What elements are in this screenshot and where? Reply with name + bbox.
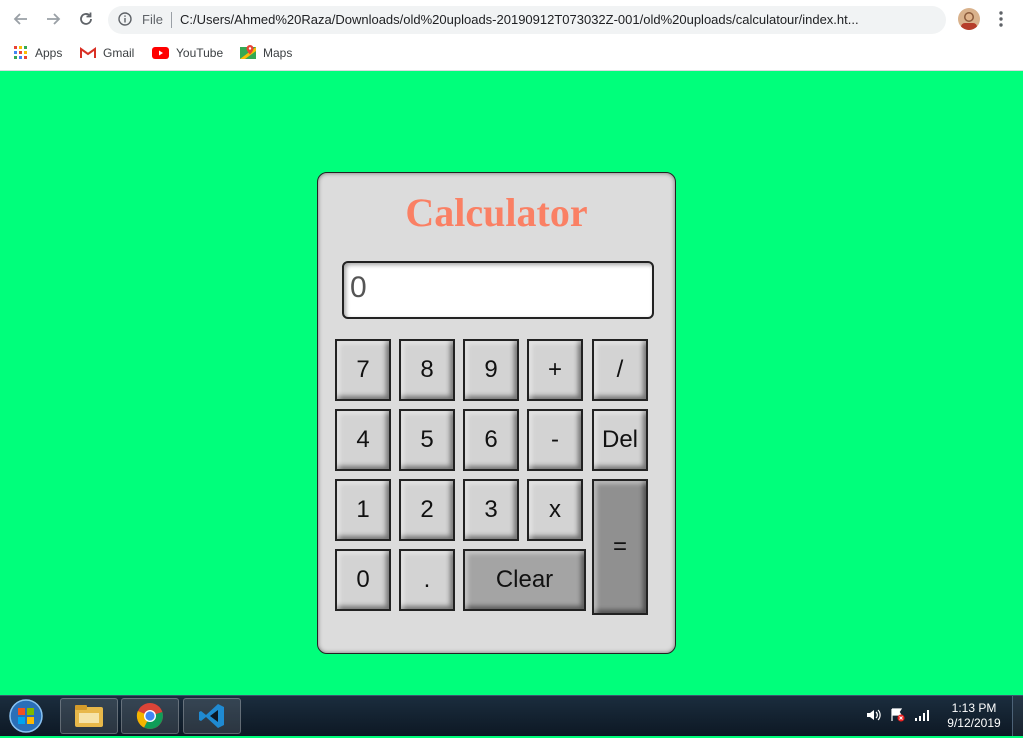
taskbar-file-explorer[interactable] bbox=[60, 698, 118, 734]
key-decimal[interactable]: . bbox=[399, 549, 455, 611]
arrow-right-icon bbox=[47, 13, 61, 25]
avatar-icon bbox=[961, 12, 977, 30]
browser-chrome: File C:/Users/Ahmed%20Raza/Downloads/old… bbox=[0, 0, 1023, 71]
arrow-left-icon bbox=[13, 13, 27, 25]
key-divide[interactable]: / bbox=[592, 339, 648, 401]
back-button[interactable] bbox=[10, 8, 32, 30]
network-signal-icon[interactable] bbox=[914, 708, 930, 727]
calculator: Calculator 0 7 8 9 + / 4 5 6 - Del 1 2 3… bbox=[317, 172, 676, 654]
key-3[interactable]: 3 bbox=[463, 479, 519, 541]
key-equals[interactable]: = bbox=[592, 479, 648, 615]
key-7[interactable]: 7 bbox=[335, 339, 391, 401]
system-tray bbox=[866, 708, 930, 727]
key-9[interactable]: 9 bbox=[463, 339, 519, 401]
reload-icon bbox=[80, 12, 92, 25]
vscode-icon bbox=[199, 704, 224, 728]
bookmark-label: YouTube bbox=[176, 46, 224, 60]
key-multiply[interactable]: x bbox=[527, 479, 583, 541]
gmail-icon bbox=[80, 47, 96, 59]
calculator-title: Calculator bbox=[405, 190, 588, 235]
taskbar-chrome[interactable] bbox=[121, 698, 179, 734]
bookmark-gmail[interactable]: Gmail bbox=[80, 44, 134, 62]
bookmarks-bar: Apps Gmail YouTube Maps bbox=[0, 40, 1023, 66]
clock-time: 1:13 PM bbox=[951, 701, 997, 715]
start-button[interactable] bbox=[6, 699, 46, 733]
key-5[interactable]: 5 bbox=[399, 409, 455, 471]
bookmark-maps[interactable]: Maps bbox=[240, 44, 292, 62]
url-separator bbox=[171, 12, 172, 28]
taskbar: 1:13 PM 9/12/2019 bbox=[0, 695, 1023, 736]
show-desktop-button[interactable] bbox=[1012, 696, 1023, 736]
bookmark-label: Apps bbox=[35, 46, 63, 60]
windows-logo-icon bbox=[9, 699, 43, 733]
more-vert-icon bbox=[999, 11, 1003, 27]
profile-avatar[interactable] bbox=[958, 8, 980, 30]
key-6[interactable]: 6 bbox=[463, 409, 519, 471]
key-0[interactable]: 0 bbox=[335, 549, 391, 611]
info-icon[interactable] bbox=[118, 12, 132, 31]
key-minus[interactable]: - bbox=[527, 409, 583, 471]
taskbar-clock[interactable]: 1:13 PM 9/12/2019 bbox=[942, 701, 1006, 731]
apps-grid-icon bbox=[14, 46, 28, 60]
bookmark-label: Maps bbox=[263, 46, 293, 60]
browser-toolbar: File C:/Users/Ahmed%20Raza/Downloads/old… bbox=[0, 0, 1023, 38]
key-1[interactable]: 1 bbox=[335, 479, 391, 541]
key-2[interactable]: 2 bbox=[399, 479, 455, 541]
browser-menu-button[interactable] bbox=[994, 9, 1008, 29]
calculator-display[interactable]: 0 bbox=[342, 261, 654, 319]
bookmark-youtube[interactable]: YouTube bbox=[152, 44, 223, 62]
reload-button[interactable] bbox=[75, 8, 97, 30]
url-text[interactable]: C:/Users/Ahmed%20Raza/Downloads/old%20up… bbox=[180, 12, 920, 27]
key-clear[interactable]: Clear bbox=[463, 549, 586, 611]
clock-date: 9/12/2019 bbox=[947, 716, 1001, 730]
volume-icon[interactable] bbox=[866, 708, 882, 727]
youtube-icon bbox=[152, 47, 169, 59]
key-plus[interactable]: + bbox=[527, 339, 583, 401]
key-8[interactable]: 8 bbox=[399, 339, 455, 401]
chrome-icon bbox=[136, 703, 163, 729]
key-delete[interactable]: Del bbox=[592, 409, 648, 471]
address-bar[interactable]: File C:/Users/Ahmed%20Raza/Downloads/old… bbox=[108, 6, 946, 34]
taskbar-vscode[interactable] bbox=[183, 698, 241, 734]
forward-button[interactable] bbox=[42, 8, 64, 30]
url-scheme-label: File bbox=[142, 12, 163, 27]
key-4[interactable]: 4 bbox=[335, 409, 391, 471]
file-explorer-icon bbox=[75, 705, 103, 727]
action-center-flag-icon[interactable] bbox=[890, 708, 906, 727]
bookmark-apps[interactable]: Apps bbox=[14, 44, 62, 62]
display-value: 0 bbox=[350, 271, 367, 304]
bookmark-label: Gmail bbox=[103, 46, 135, 60]
maps-icon bbox=[240, 45, 256, 61]
